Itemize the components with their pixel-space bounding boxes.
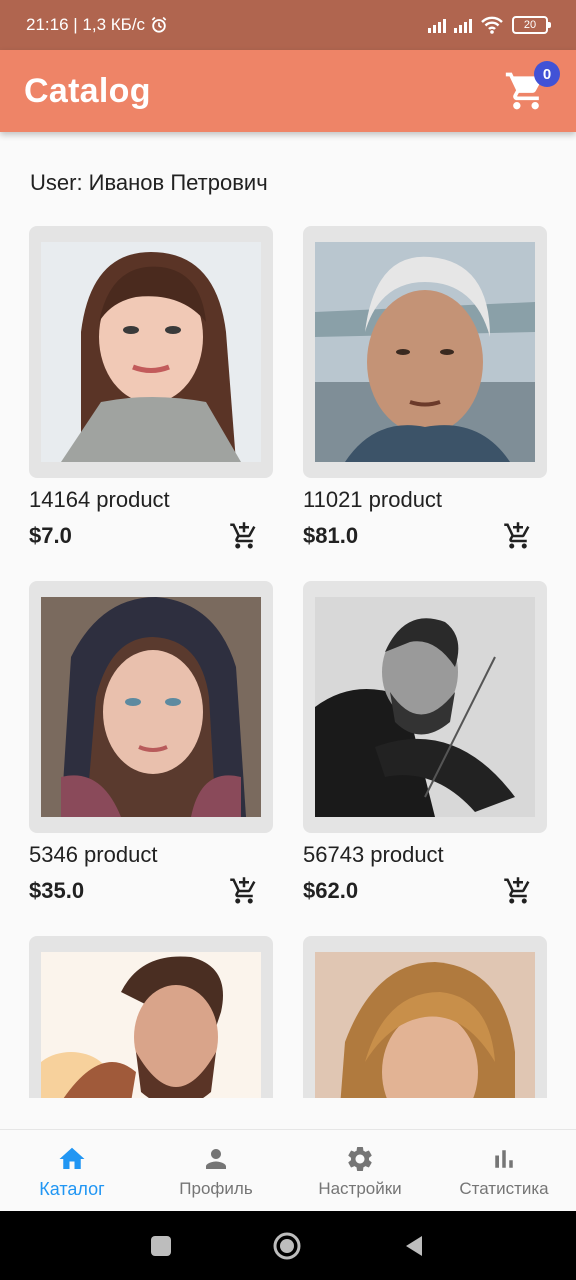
product-image-frame — [29, 226, 273, 478]
product-price: $7.0 — [29, 523, 72, 548]
product-image-frame — [29, 581, 273, 833]
user-label: User: Иванов Петрович — [30, 170, 268, 195]
price-row: $81.0 — [303, 521, 547, 551]
add-to-cart-icon[interactable] — [503, 521, 533, 551]
nav-item-label: Настройки — [318, 1179, 402, 1198]
price-row: $35.0 — [29, 876, 273, 906]
add-to-cart-icon[interactable] — [503, 876, 533, 906]
signal-icon — [428, 17, 446, 33]
catalog-content[interactable]: User: Иванов Петрович 14164 product $7.0 — [0, 132, 576, 1098]
nav-item-catalog[interactable]: Каталог — [0, 1130, 144, 1211]
battery-icon: 20 — [512, 16, 551, 34]
product-price: $62.0 — [303, 878, 359, 903]
status-bar: 21:16 | 1,3 КБ/с 20 — [0, 0, 576, 50]
product-photo — [31, 952, 261, 1098]
nav-item-settings[interactable]: Настройки — [288, 1130, 432, 1211]
product-image-frame — [303, 581, 547, 833]
person-icon — [206, 1149, 226, 1169]
product-price: $35.0 — [29, 878, 85, 903]
status-left: 21:16 | 1,3 КБ/с — [26, 15, 169, 35]
bottom-navigation: Каталог Профиль Настройки Статистика — [0, 1129, 576, 1211]
nav-item-label: Профиль — [179, 1179, 253, 1198]
signal-icon — [454, 17, 472, 33]
product-card[interactable] — [303, 936, 547, 1098]
product-card[interactable]: 11021 product $81.0 — [303, 226, 547, 581]
back-icon[interactable] — [402, 1234, 426, 1258]
recents-icon[interactable] — [150, 1235, 172, 1257]
status-time: 21:16 | 1,3 КБ/с — [26, 15, 146, 34]
bar-chart-icon — [495, 1150, 513, 1168]
product-photo — [41, 242, 261, 462]
system-navigation-bar — [0, 1211, 576, 1280]
product-price: $81.0 — [303, 523, 359, 548]
battery-level: 20 — [523, 19, 537, 31]
product-image-frame — [303, 936, 547, 1098]
cart-count-badge: 0 — [534, 61, 560, 87]
product-photo — [41, 597, 261, 817]
nav-item-label: Каталог — [39, 1179, 105, 1199]
product-card[interactable]: 5346 product $35.0 — [29, 581, 273, 936]
cart-button[interactable]: 0 — [504, 61, 560, 113]
product-name: 56743 product — [303, 842, 444, 867]
home-icon — [59, 1147, 85, 1169]
product-photo — [315, 242, 535, 462]
price-row: $62.0 — [303, 876, 547, 906]
product-photo — [315, 597, 535, 817]
gear-icon — [348, 1147, 372, 1171]
product-card[interactable]: 56743 product $62.0 — [303, 581, 547, 936]
product-image-frame — [29, 936, 273, 1098]
status-right: 20 — [428, 15, 551, 35]
product-name: 11021 product — [303, 487, 443, 512]
add-to-cart-icon[interactable] — [229, 521, 259, 551]
home-button-icon[interactable] — [272, 1231, 302, 1261]
product-image-frame — [303, 226, 547, 478]
page-title: Catalog — [24, 71, 151, 110]
product-card[interactable]: 14164 product $7.0 — [29, 226, 273, 581]
product-name: 5346 product — [29, 842, 158, 867]
product-card[interactable] — [29, 936, 273, 1098]
app-bar: Catalog 0 — [0, 50, 576, 132]
wifi-icon — [481, 16, 503, 34]
product-grid: 14164 product $7.0 11021 product $81.0 5… — [29, 226, 547, 1098]
nav-item-label: Статистика — [459, 1179, 549, 1198]
price-row: $7.0 — [29, 521, 273, 551]
product-photo — [315, 952, 535, 1098]
alarm-icon — [151, 16, 167, 33]
nav-item-profile[interactable]: Профиль — [144, 1130, 288, 1211]
product-name: 14164 product — [29, 487, 170, 512]
nav-item-statistics[interactable]: Статистика — [432, 1130, 576, 1211]
add-to-cart-icon[interactable] — [229, 876, 259, 906]
